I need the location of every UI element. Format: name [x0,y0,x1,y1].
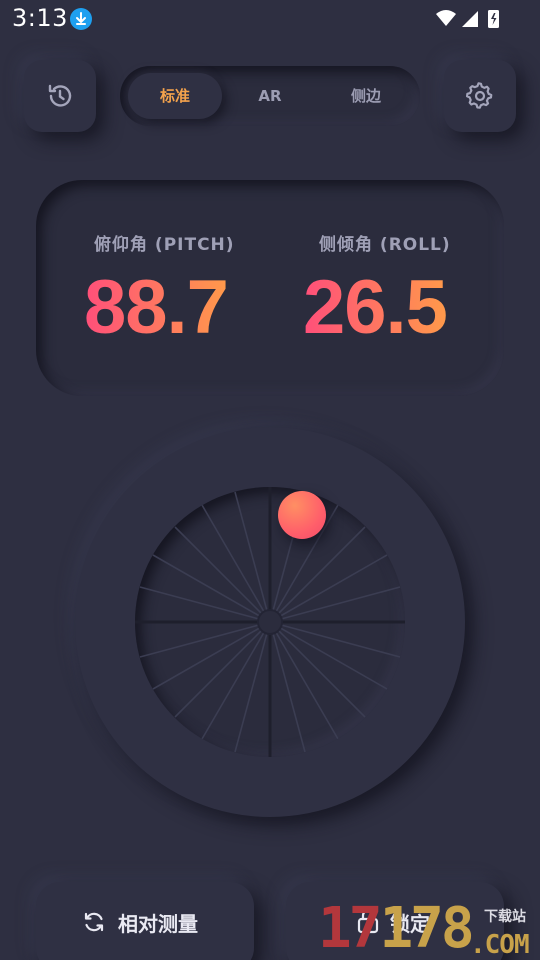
bubble-level-dial [135,487,405,757]
bubble-level-ring [75,427,465,817]
wifi-icon [436,10,456,26]
gear-icon [466,82,493,109]
inclinometer-screen: 3:13 标准 AR 侧边 俯仰角 (PITCH) 88.7 侧倾角 (ROLL… [0,0,540,960]
status-bar: 3:13 [0,0,540,38]
site-watermark: 17178 下载站 .COM [318,898,540,960]
status-icons [436,7,500,35]
watermark-com-text: .COM [470,930,530,960]
history-button[interactable] [24,60,96,132]
tab-side[interactable]: 侧边 [318,73,414,119]
level-crosshair [135,487,405,757]
settings-button[interactable] [444,60,516,132]
roll-label: 侧倾角 (ROLL) [319,235,451,255]
refresh-icon [82,910,106,938]
relative-measure-button[interactable]: 相对测量 [36,882,254,960]
history-icon [48,84,72,107]
watermark-cn-text: 下载站 [484,909,526,925]
angle-readout-card: 俯仰角 (PITCH) 88.7 侧倾角 (ROLL) 26.5 [36,180,504,396]
level-bubble [278,491,326,539]
watermark-digits: 17178 [318,896,475,960]
mode-tabs: 标准 AR 侧边 [120,66,420,126]
tab-standard[interactable]: 标准 [128,73,222,119]
download-notification-icon [70,8,92,30]
pitch-label: 俯仰角 (PITCH) [94,235,235,255]
tab-ar[interactable]: AR [222,73,318,119]
roll-value: 26.5 [303,265,448,350]
status-time: 3:13 [12,4,68,32]
signal-icon [462,11,478,27]
pitch-value: 88.7 [84,265,229,350]
relative-measure-label: 相对测量 [118,912,198,936]
